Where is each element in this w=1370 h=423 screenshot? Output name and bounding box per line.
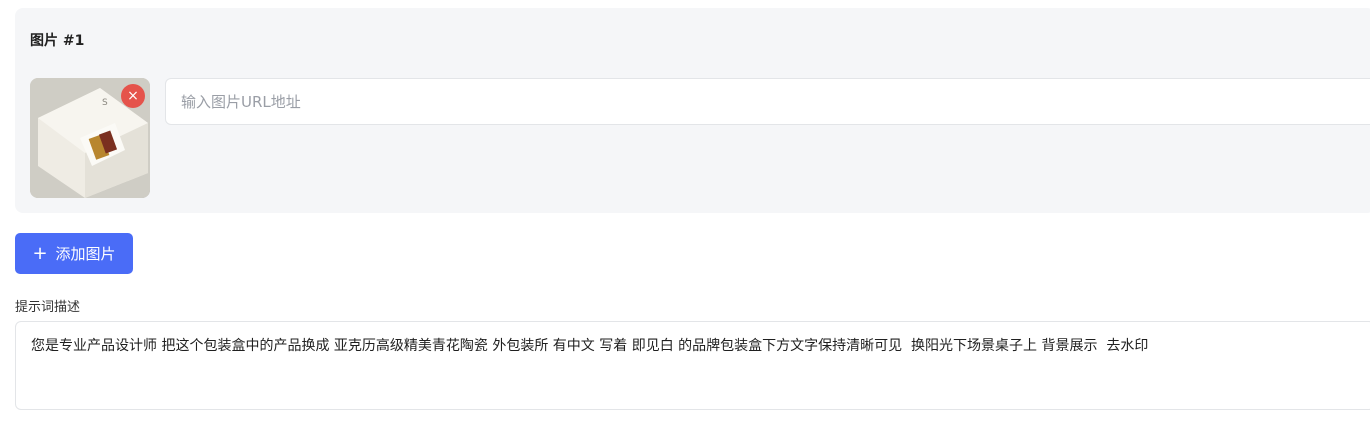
page: 图片 #1 S × + 添加图片 提示词描述 您是专业产品设计师 把这个包装盒中… <box>0 0 1370 423</box>
image-url-input[interactable] <box>165 78 1370 125</box>
prompt-label: 提示词描述 <box>15 300 81 315</box>
add-image-button[interactable]: + 添加图片 <box>15 233 133 274</box>
prompt-textarea[interactable]: 您是专业产品设计师 把这个包装盒中的产品换成 亚克历高级精美青花陶瓷 外包装所 … <box>15 321 1370 410</box>
svg-text:S: S <box>102 98 108 108</box>
plus-icon: + <box>32 242 48 264</box>
remove-image-button[interactable]: × <box>121 84 145 108</box>
image-card-title: 图片 #1 <box>30 33 85 49</box>
add-image-label: 添加图片 <box>55 245 116 263</box>
image-card: 图片 #1 S × <box>15 8 1370 213</box>
close-icon: × <box>127 88 139 104</box>
